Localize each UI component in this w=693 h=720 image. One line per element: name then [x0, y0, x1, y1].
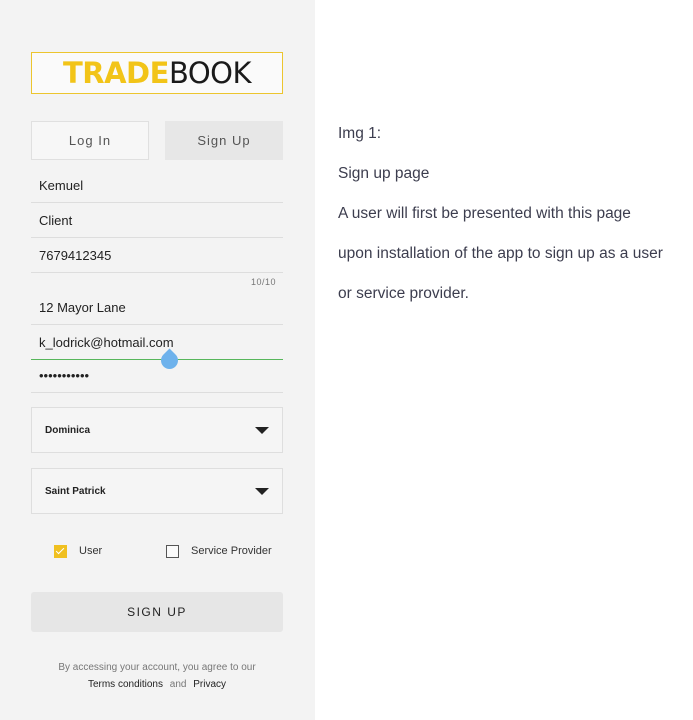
terms-notice: By accessing your account, you agree to …	[31, 659, 283, 693]
tradebook-logo: TRADEBOOK	[31, 52, 283, 94]
signup-screen: TRADEBOOK Log In Sign Up Kemuel Client 7…	[0, 0, 315, 720]
account-type-field[interactable]: Client	[31, 203, 283, 238]
note-line-3: or service provider.	[338, 285, 469, 302]
address-field[interactable]: 12 Mayor Lane	[31, 290, 283, 325]
country-select[interactable]: Dominica	[31, 407, 283, 453]
user-checkbox[interactable]	[54, 545, 67, 558]
terms-links-line: Terms conditions and Privacy	[31, 676, 283, 693]
note-line-1: A user will first be presented with this…	[338, 205, 631, 222]
terms-conditions-link[interactable]: Terms conditions	[88, 679, 163, 690]
chevron-down-icon	[255, 488, 269, 495]
email-field[interactable]: k_lodrick@hotmail.com	[31, 325, 283, 360]
terms-prefix: By accessing your account, you agree to …	[58, 662, 256, 673]
chevron-down-icon	[255, 427, 269, 434]
service-provider-checkbox[interactable]	[166, 545, 179, 558]
note-title: Sign up page	[338, 165, 430, 182]
tab-login[interactable]: Log In	[31, 121, 149, 160]
signup-button[interactable]: SIGN UP	[31, 592, 283, 632]
logo-trade-text: TRADE	[62, 55, 169, 90]
phone-char-counter: 10/10	[250, 277, 276, 287]
service-provider-checkbox-label: Service Provider	[191, 545, 272, 557]
first-name-field[interactable]: Kemuel	[31, 168, 283, 203]
password-field[interactable]: •••••••••••	[31, 358, 283, 393]
logo-book-text: BOOK	[168, 55, 252, 90]
note-line-2: upon installation of the app to sign up …	[338, 245, 663, 262]
note-caption: Img 1:	[338, 125, 382, 142]
privacy-link[interactable]: Privacy	[193, 679, 226, 690]
parish-select-value: Saint Patrick	[45, 485, 106, 497]
user-checkbox-label: User	[79, 545, 103, 557]
phone-field[interactable]: 7679412345	[31, 238, 283, 273]
country-select-value: Dominica	[45, 424, 91, 436]
logo-wordmark: TRADEBOOK	[62, 55, 252, 90]
description-notes: Img 1: Sign up page A user will first be…	[338, 122, 688, 322]
parish-select[interactable]: Saint Patrick	[31, 468, 283, 514]
terms-and-text: and	[169, 679, 187, 690]
tab-signup[interactable]: Sign Up	[165, 121, 283, 160]
